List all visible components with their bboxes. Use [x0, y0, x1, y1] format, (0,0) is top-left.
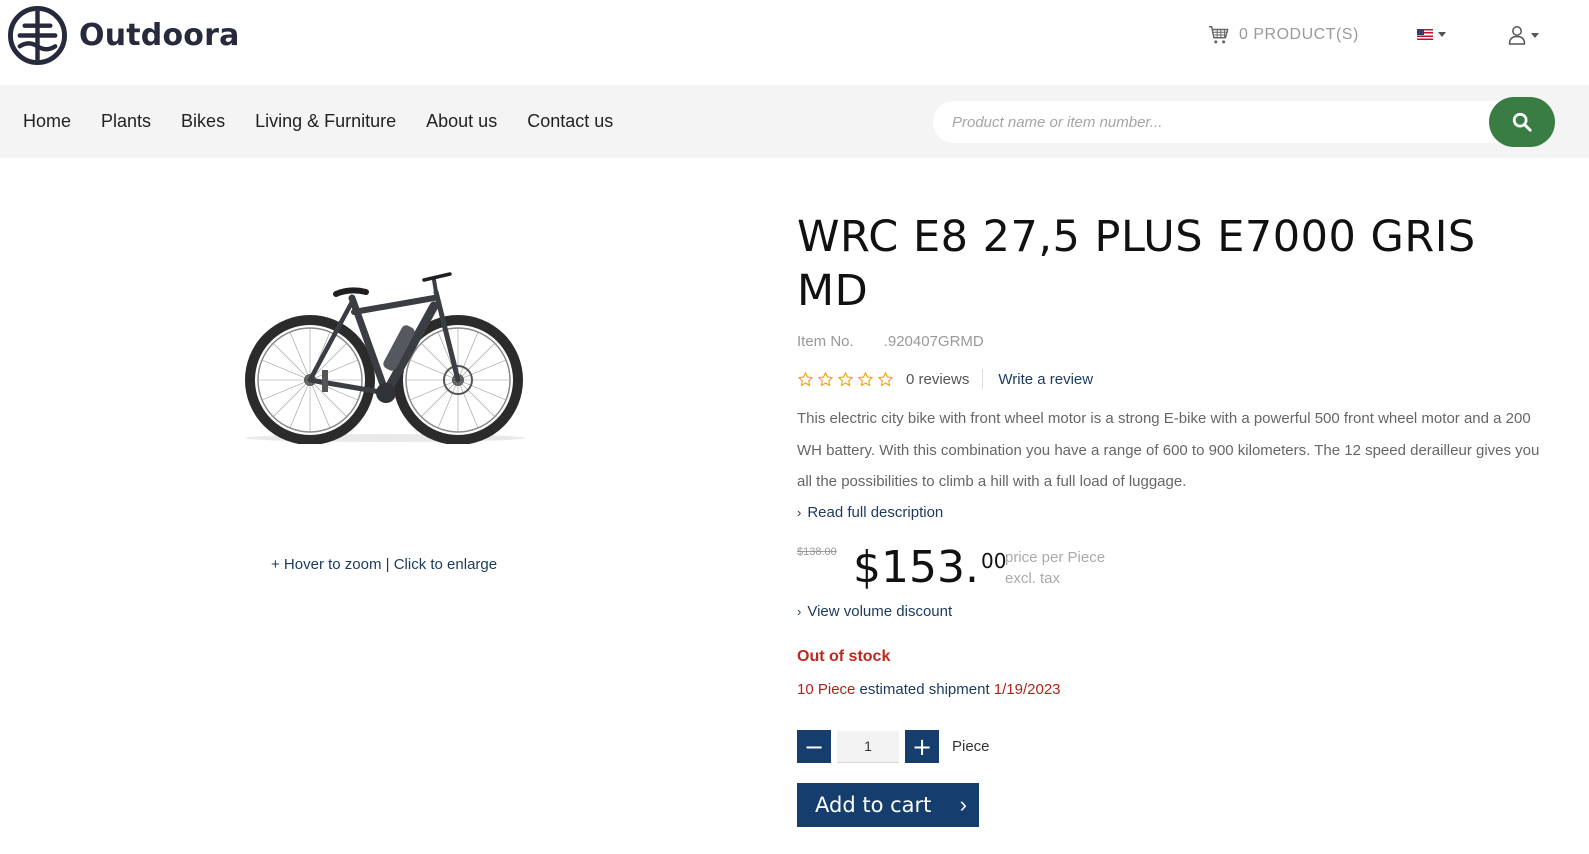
cart-link[interactable]: 0 PRODUCT(S) [1208, 24, 1359, 46]
divider [982, 369, 984, 389]
us-flag-icon [1417, 29, 1433, 40]
nav-item-living-furniture[interactable]: Living & Furniture [255, 111, 396, 132]
quantity-input[interactable] [837, 730, 899, 763]
item-number: Item No. .920407GRMD [797, 333, 984, 350]
click-to-enlarge-link[interactable]: Click to enlarge [394, 556, 497, 573]
cart-icon [1208, 26, 1229, 44]
nav-item-plants[interactable]: Plants [101, 111, 151, 132]
item-number-label: Item No. [797, 333, 854, 350]
add-to-cart-label: Add to cart [815, 793, 932, 817]
item-number-value: .920407GRMD [883, 333, 984, 350]
chevron-down-icon [1438, 32, 1446, 37]
price-cents: 00 [980, 549, 1007, 573]
add-to-cart-button[interactable]: Add to cart › [797, 783, 979, 827]
chevron-right-icon: › [797, 505, 802, 520]
price-main: $153. [853, 542, 979, 593]
star-rating [797, 371, 897, 388]
brand-logo[interactable]: Outdoora [8, 6, 240, 65]
tax-note: excl. tax [1005, 570, 1061, 587]
shipment-text: estimated shipment [855, 681, 994, 698]
chevron-down-icon [1531, 32, 1539, 38]
price-note: price per Piece excl. tax [1005, 547, 1105, 589]
brand-name: Outdoora [79, 18, 240, 53]
account-menu[interactable] [1508, 25, 1539, 45]
star-icon [878, 371, 893, 386]
review-count[interactable]: 0 reviews [906, 371, 969, 388]
read-full-description-label: Read full description [807, 504, 944, 521]
user-icon [1508, 26, 1526, 45]
volume-discount-label: View volume discount [807, 603, 953, 620]
nav-item-home[interactable]: Home [23, 111, 71, 132]
quantity-stepper: − + Piece [797, 730, 990, 763]
cart-count-label: 0 PRODUCT(S) [1239, 26, 1359, 43]
language-selector[interactable] [1417, 29, 1446, 40]
nav-links: Home Plants Bikes Living & Furniture Abo… [23, 85, 643, 158]
top-header: Outdoora 0 PRODUCT(S) [0, 0, 1589, 85]
star-icon [838, 371, 853, 386]
shipment-estimate: 10 Piece estimated shipment 1/19/2023 [797, 681, 1061, 698]
nav-item-bikes[interactable]: Bikes [181, 111, 225, 132]
star-icon [798, 371, 813, 386]
zoom-hint: + Hover to zoom | Click to enlarge [271, 556, 497, 573]
read-full-description-link[interactable]: › Read full description [797, 504, 943, 521]
shipment-date: 1/19/2023 [993, 681, 1061, 698]
search-input[interactable] [933, 101, 1503, 143]
hover-to-zoom-hint[interactable]: + Hover to zoom [271, 556, 381, 573]
quantity-unit: Piece [952, 738, 990, 755]
write-review-link[interactable]: Write a review [998, 371, 1093, 388]
chevron-right-icon: › [959, 792, 967, 817]
nav-item-contact-us[interactable]: Contact us [527, 111, 613, 132]
current-price: $153. 00 [853, 540, 1006, 596]
stock-status: Out of stock [797, 648, 891, 665]
review-summary: 0 reviews Write a review [797, 369, 1093, 389]
increase-quantity-button[interactable]: + [905, 730, 939, 763]
volume-discount-link[interactable]: › View volume discount [797, 603, 952, 620]
search-bar [933, 97, 1555, 147]
chevron-right-icon: › [797, 604, 802, 619]
search-icon [1512, 112, 1532, 132]
product-image[interactable] [238, 268, 532, 444]
price-per-unit-label: price per Piece [1005, 549, 1106, 566]
hint-separator: | [381, 556, 394, 573]
old-price: $138.00 [797, 546, 837, 558]
decrease-quantity-button[interactable]: − [797, 730, 831, 763]
shipment-quantity: 10 Piece [797, 681, 856, 698]
star-icon [818, 371, 833, 386]
product-description: This electric city bike with front wheel… [797, 410, 1540, 491]
search-button[interactable] [1489, 97, 1555, 147]
nav-item-about-us[interactable]: About us [426, 111, 497, 132]
product-title: WRC E8 27,5 PLUS E7000 GRIS MD [797, 212, 1476, 316]
main-navigation: Home Plants Bikes Living & Furniture Abo… [0, 85, 1589, 158]
star-icon [858, 371, 873, 386]
logo-icon [8, 6, 67, 65]
